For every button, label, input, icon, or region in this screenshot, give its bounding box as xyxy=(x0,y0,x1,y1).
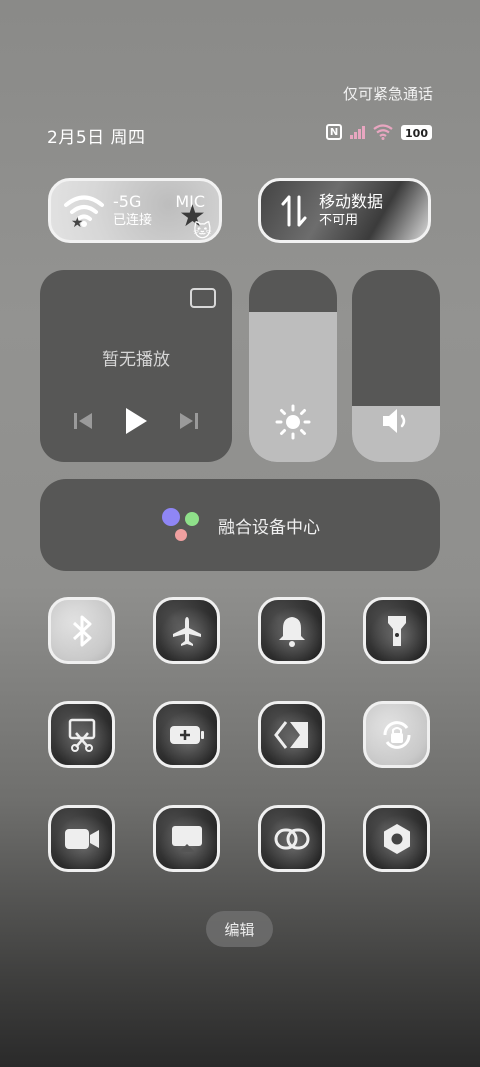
mobile-data-tile[interactable]: 移动数据 不可用 xyxy=(258,178,431,243)
star-decoration: ★ xyxy=(71,215,84,231)
link-toggle[interactable] xyxy=(258,805,325,872)
status-bar-icons: N 100 xyxy=(326,124,432,140)
airplane-mode-toggle[interactable] xyxy=(153,597,220,664)
media-title: 暂无播放 xyxy=(102,350,170,370)
volume-slider[interactable] xyxy=(352,270,440,462)
bell-icon xyxy=(278,616,305,647)
flashlight-icon xyxy=(387,615,406,646)
previous-icon[interactable] xyxy=(72,411,94,431)
nearby-share-icon xyxy=(273,720,308,749)
settings-nut-icon xyxy=(383,823,410,854)
fusion-center-icon xyxy=(162,508,199,541)
fusion-center-label: 融合设备中心 xyxy=(218,517,320,538)
quick-settings-grid xyxy=(48,597,432,872)
settings-toggle[interactable] xyxy=(363,805,430,872)
rotation-lock-icon xyxy=(382,720,411,749)
sun-icon xyxy=(249,404,337,440)
battery-saver-icon xyxy=(169,725,204,744)
wifi-network-name: -5G xyxy=(113,191,142,211)
wifi-tile[interactable]: -5G MIC 已连接 ★ ★ 🐱 xyxy=(48,178,222,243)
media-player-card[interactable]: 暂无播放 xyxy=(40,270,232,462)
bluetooth-toggle[interactable] xyxy=(48,597,115,664)
date-label: 2月5日 周四 xyxy=(47,128,146,148)
play-icon[interactable] xyxy=(123,406,149,436)
nfc-icon: N xyxy=(326,124,343,140)
nearby-share-toggle[interactable] xyxy=(258,701,325,768)
link-icon xyxy=(274,828,309,849)
wifi-icon xyxy=(59,186,109,236)
cast-icon[interactable] xyxy=(190,288,216,308)
cat-sticker-icon: 🐱 xyxy=(193,221,212,242)
edit-button[interactable]: 编辑 xyxy=(206,911,273,947)
silent-mode-toggle[interactable] xyxy=(258,597,325,664)
next-icon[interactable] xyxy=(178,411,200,431)
flashlight-toggle[interactable] xyxy=(363,597,430,664)
battery-indicator: 100 xyxy=(401,124,432,140)
airplane-icon xyxy=(172,616,201,646)
speaker-icon xyxy=(352,406,440,436)
device-fusion-center[interactable]: 融合设备中心 xyxy=(40,479,440,571)
screenshot-toggle[interactable] xyxy=(48,701,115,768)
screenshot-icon xyxy=(68,718,95,752)
signal-icon xyxy=(350,125,366,139)
wifi-status-icon xyxy=(373,124,393,140)
bluetooth-icon xyxy=(72,615,91,646)
screen-cast-toggle[interactable] xyxy=(153,805,220,872)
screen-cast-icon xyxy=(171,825,202,852)
battery-saver-toggle[interactable] xyxy=(153,701,220,768)
screen-record-toggle[interactable] xyxy=(48,805,115,872)
brightness-slider[interactable] xyxy=(249,270,337,462)
data-arrows-icon xyxy=(269,186,319,236)
rotation-lock-toggle[interactable] xyxy=(363,701,430,768)
mobile-data-label: 移动数据 xyxy=(319,191,384,211)
screen-record-icon xyxy=(64,828,99,849)
mobile-data-status: 不可用 xyxy=(319,212,359,228)
emergency-calls-only: 仅可紧急通话 xyxy=(342,85,433,103)
